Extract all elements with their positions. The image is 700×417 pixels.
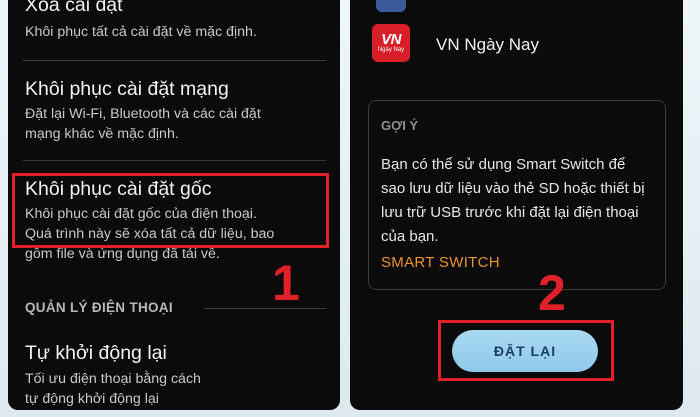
reset-settings-desc: Khôi phục tất cả cài đặt về mặc định. xyxy=(25,24,257,40)
settings-screen: Xóa cài đặt Khôi phục tất cả cài đặt về … xyxy=(8,0,340,410)
tip-label: GỢI Ý xyxy=(381,118,419,133)
app-icon xyxy=(376,0,406,12)
icon-text: VN xyxy=(381,31,401,48)
tip-line: sao lưu dữ liệu vào thẻ SD hoặc thiết bị xyxy=(381,180,645,197)
desc-line: Đặt lại Wi-Fi, Bluetooth và các cài đặt xyxy=(25,106,261,122)
factory-reset-highlight xyxy=(12,173,329,248)
section-divider xyxy=(204,308,326,309)
tip-card: GỢI Ý Bạn có thể sử dụng Smart Switch để… xyxy=(368,100,666,290)
icon-subtext: Ngày Nay xyxy=(377,47,405,53)
reset-settings-item[interactable]: Xóa cài đặt Khôi phục tất cả cài đặt về … xyxy=(25,0,330,42)
reset-button[interactable]: ĐẶT LẠI xyxy=(452,330,598,372)
smart-switch-link[interactable]: SMART SWITCH xyxy=(381,254,500,271)
step-number-1: 1 xyxy=(272,255,300,311)
desc-line: tự động khởi động lại xyxy=(25,391,159,407)
vn-ngay-nay-icon: VN Ngày Nay xyxy=(372,24,410,62)
desc-line: mạng khác về mặc định. xyxy=(25,126,179,142)
tip-line: lưu trữ USB trước khi đặt lại điện thoại xyxy=(381,204,639,221)
tip-line: của bạn. xyxy=(381,228,439,245)
section-header: QUẢN LÝ ĐIỆN THOẠI xyxy=(25,300,173,315)
reset-network-item[interactable]: Khôi phục cài đặt mạng Đặt lại Wi-Fi, Bl… xyxy=(25,77,330,144)
auto-restart-desc: Tối ưu điện thoại bằng cách tự động khởi… xyxy=(25,369,330,409)
step-number-2: 2 xyxy=(538,265,566,321)
tip-body: Bạn có thể sử dụng Smart Switch để sao l… xyxy=(381,153,655,249)
auto-restart-title: Tự khởi động lại xyxy=(25,342,167,364)
tip-line: Bạn có thể sử dụng Smart Switch để xyxy=(381,156,626,173)
divider xyxy=(23,160,326,161)
divider xyxy=(23,60,326,61)
desc-line: Tối ưu điện thoại bằng cách xyxy=(25,371,201,387)
reset-network-desc: Đặt lại Wi-Fi, Bluetooth và các cài đặt … xyxy=(25,104,330,144)
app-name: VN Ngày Nay xyxy=(436,35,539,54)
factory-reset-screen: VN Ngày Nay VN Ngày Nay GỢI Ý Bạn có thể… xyxy=(350,0,683,410)
reset-settings-title: Xóa cài đặt xyxy=(25,0,123,16)
auto-restart-item[interactable]: Tự khởi động lại Tối ưu điện thoại bằng … xyxy=(25,341,330,409)
reset-network-title: Khôi phục cài đặt mạng xyxy=(25,78,229,100)
